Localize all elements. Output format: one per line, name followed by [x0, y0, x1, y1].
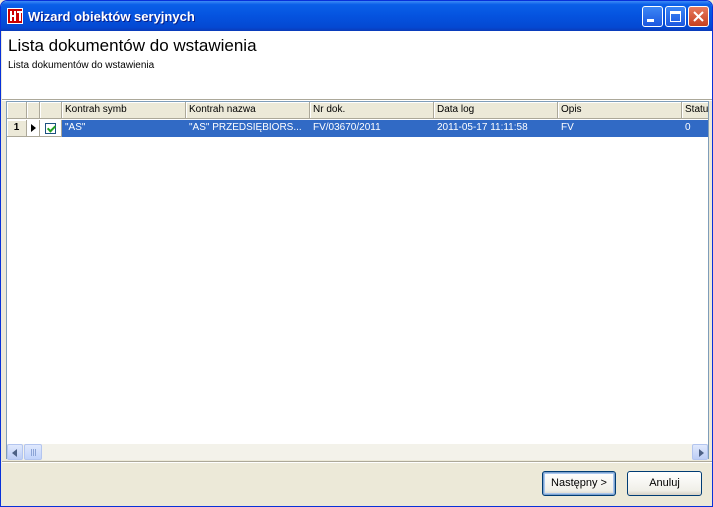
column-header-kontrah-symb[interactable]: Kontrah symb [62, 102, 186, 119]
column-header-nr-dok[interactable]: Nr dok. [310, 102, 434, 119]
cancel-button[interactable]: Anuluj [627, 471, 702, 496]
row-select-cell [40, 120, 62, 137]
minimize-icon [647, 19, 654, 22]
scroll-left-icon [12, 449, 17, 457]
title-bar[interactable]: Wizard obiektów seryjnych [1, 1, 712, 31]
grid-header-row: Kontrah symb Kontrah nazwa Nr dok. Data … [7, 102, 708, 119]
row-pointer-icon [31, 124, 36, 132]
table-row[interactable]: 1 "AS" "AS" PRZEDSIĘBIORS... FV/03670/20… [7, 120, 708, 137]
column-header-status[interactable]: Statu [682, 102, 708, 119]
current-row-indicator [27, 120, 40, 137]
page-title: Lista dokumentów do wstawienia [8, 36, 257, 55]
column-header-kontrah-nazwa[interactable]: Kontrah nazwa [186, 102, 310, 119]
app-icon [7, 8, 23, 24]
cell-opis[interactable]: FV [558, 120, 682, 137]
cell-kontrah-symb[interactable]: "AS" [62, 120, 186, 137]
wizard-window: Wizard obiektów seryjnych Lista dokument… [0, 0, 713, 507]
scrollbar-thumb[interactable] [24, 444, 42, 460]
cell-status[interactable]: 0 [682, 120, 708, 137]
next-button[interactable]: Następny > [542, 471, 616, 496]
cell-nr-dok[interactable]: FV/03670/2011 [310, 120, 434, 137]
close-icon [693, 11, 704, 22]
column-header-data-log[interactable]: Data log [434, 102, 558, 119]
maximize-button[interactable] [665, 6, 686, 27]
row-number: 1 [7, 120, 27, 137]
window-title: Wizard obiektów seryjnych [28, 9, 195, 24]
cell-kontrah-nazwa[interactable]: "AS" PRZEDSIĘBIORS... [186, 120, 310, 137]
maximize-icon [670, 11, 681, 22]
row-indicator-header [7, 102, 27, 119]
minimize-button[interactable] [642, 6, 663, 27]
column-header-opis[interactable]: Opis [558, 102, 682, 119]
scroll-right-button[interactable] [692, 444, 708, 460]
close-button[interactable] [688, 6, 709, 27]
arrow-column-header [27, 102, 40, 119]
row-checkbox[interactable] [45, 123, 56, 134]
footer-divider [2, 461, 712, 463]
scroll-right-icon [699, 449, 704, 457]
wizard-header: Lista dokumentów do wstawienia Lista dok… [2, 31, 712, 99]
scroll-left-button[interactable] [7, 444, 23, 460]
page-subtitle: Lista dokumentów do wstawienia [8, 60, 155, 71]
cell-data-log[interactable]: 2011-05-17 11:11:58 [434, 120, 558, 137]
horizontal-scrollbar[interactable] [7, 444, 708, 460]
documents-grid[interactable]: Kontrah symb Kontrah nazwa Nr dok. Data … [6, 101, 709, 459]
select-column-header[interactable] [40, 102, 62, 119]
